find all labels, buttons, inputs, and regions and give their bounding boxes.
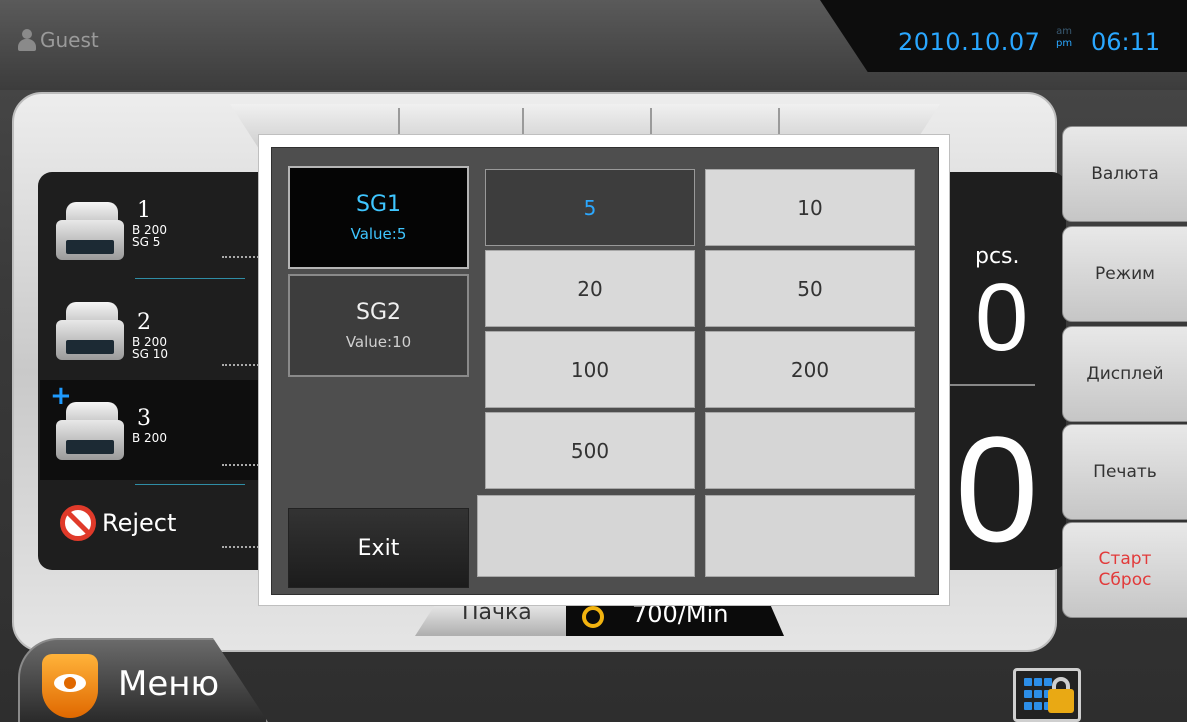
value-button-500[interactable]: 500 [485,412,695,489]
user-icon [18,29,36,51]
start-label: Старт [1098,549,1152,569]
device-dots [222,256,262,258]
am-pm-indicator: am pm [1056,26,1072,50]
value-label: 50 [797,276,823,301]
user-name: Guest [40,28,99,52]
counter-machine-icon [56,202,124,260]
sg-value-dialog: SG1 Value:5 SG2 Value:10 Exit 5 10 20 50… [258,134,950,606]
exit-button[interactable]: Exit [288,508,469,588]
value-button-50[interactable]: 50 [705,250,915,327]
mode-label: Режим [1095,263,1155,284]
add-icon[interactable]: + [50,383,72,409]
value-button-200[interactable]: 200 [705,331,915,408]
sg1-title: SG1 [355,192,401,217]
eye-icon [54,674,86,692]
value-button-10[interactable]: 10 [705,169,915,246]
reject-icon [60,505,96,541]
user-indicator: Guest [18,28,99,52]
device-item-1[interactable]: 1 B 200 SG 5 [40,180,262,280]
currency-label: Валюта [1091,163,1159,184]
value-label: 10 [797,195,823,220]
device-group: SG 10 [132,347,168,361]
exit-label: Exit [357,535,400,561]
value-label: 200 [790,357,830,382]
value-button-empty[interactable] [477,495,695,577]
sg1-value: Value:5 [350,225,407,243]
start-reset-button[interactable]: Старт Сброс [1062,522,1187,618]
currency-button[interactable]: Валюта [1062,126,1187,222]
amount-count: 0 [955,405,1039,573]
start-reset-label: Старт Сброс [1099,549,1152,591]
counter-machine-icon [56,302,124,360]
device-number: 3 [137,406,151,431]
reject-label: Reject [102,509,177,537]
lock-button[interactable] [1013,668,1081,722]
menu-label: Меню [118,664,220,704]
piece-count: 0 [975,264,1029,371]
sg2-button[interactable]: SG2 Value:10 [288,274,469,377]
value-label: 5 [583,195,597,220]
print-label: Печать [1093,461,1157,482]
value-label: 500 [570,438,610,463]
clock-date: 2010.10.07 [898,28,1041,56]
lock-icon [1048,689,1074,713]
pm-label: pm [1056,38,1073,49]
device-number: 2 [137,310,151,335]
display-button[interactable]: Дисплей [1062,326,1187,422]
reject-row[interactable]: Reject [60,505,176,541]
display-label: Дисплей [1086,363,1164,384]
value-button-empty[interactable] [705,495,915,577]
dialog-body: SG1 Value:5 SG2 Value:10 Exit 5 10 20 50… [271,147,939,595]
sg1-button[interactable]: SG1 Value:5 [288,166,469,269]
device-separator [135,278,245,279]
print-button[interactable]: Печать [1062,424,1187,520]
speed-icon [582,606,604,628]
device-group: SG 5 [132,235,161,249]
value-button-5[interactable]: 5 [485,169,695,246]
reject-dots [222,546,262,548]
value-label: 20 [577,276,603,301]
device-denomination: B 200 [132,431,167,445]
sg2-title: SG2 [355,300,401,325]
device-number: 1 [137,198,151,223]
am-label: am [1056,26,1072,37]
device-dots [222,464,262,466]
mode-button[interactable]: Режим [1062,226,1187,322]
device-item-3[interactable]: 3 B 200 [40,380,262,480]
device-dots [222,364,262,366]
value-button-empty[interactable] [705,412,915,489]
readout-divider [950,384,1035,386]
device-separator [135,484,245,485]
value-button-20[interactable]: 20 [485,250,695,327]
device-item-2[interactable]: 2 B 200 SG 10 [40,280,262,380]
reset-label: Сброс [1098,570,1152,590]
clock-time: 06:11 [1091,28,1161,56]
sg2-value: Value:10 [345,333,412,351]
value-label: 100 [570,357,610,382]
value-button-100[interactable]: 100 [485,331,695,408]
